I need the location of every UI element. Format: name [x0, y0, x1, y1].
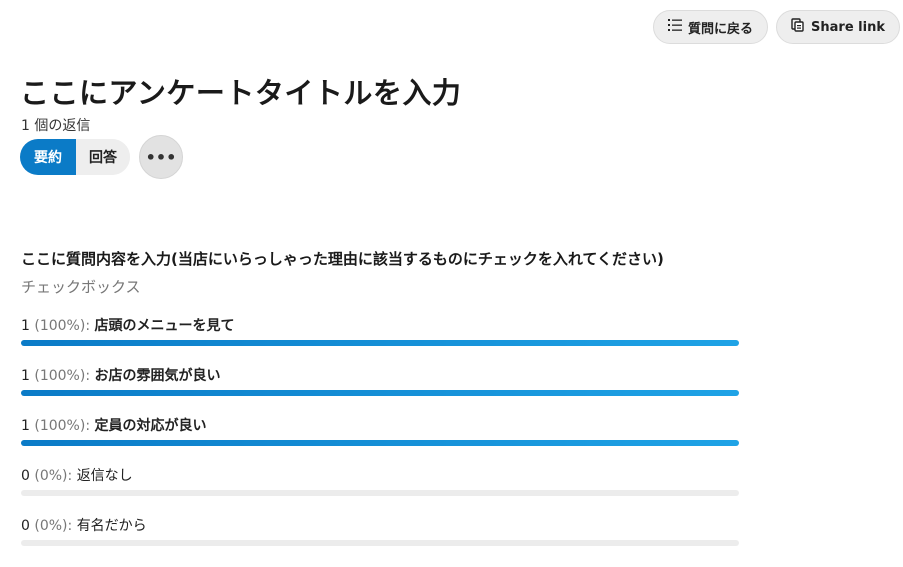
result-option-label: 有名だから	[76, 518, 147, 534]
result-bar-track	[21, 340, 739, 346]
result-option-label: お店の雰囲気が良い	[94, 368, 221, 384]
result-item: 1 (100%): 定員の対応が良い	[21, 416, 739, 466]
share-link-label: Share link	[811, 19, 885, 35]
reply-count: 1 個の返信	[21, 118, 91, 134]
result-item: 1 (100%): 店頭のメニューを見て	[21, 316, 739, 366]
survey-summary-page: 質問に戻る Share link ここにアンケートタイトルを入力 1 個の返信 …	[0, 0, 903, 567]
result-bar-fill	[21, 390, 739, 396]
result-option-label: 返信なし	[76, 468, 133, 484]
result-percent: (100%):	[34, 318, 91, 334]
result-count: 0	[21, 468, 30, 484]
tab-responses[interactable]: 回答	[76, 139, 130, 175]
result-label: 1 (100%): お店の雰囲気が良い	[21, 366, 739, 386]
result-count: 0	[21, 518, 30, 534]
result-bar-track	[21, 540, 739, 546]
result-bar-track	[21, 490, 739, 496]
share-link-button[interactable]: Share link	[776, 10, 900, 44]
result-percent: (0%):	[34, 468, 73, 484]
result-bar-track	[21, 390, 739, 396]
result-percent: (0%):	[34, 518, 73, 534]
result-label: 0 (0%): 有名だから	[21, 516, 739, 536]
more-options-button[interactable]: •••	[139, 135, 183, 179]
back-to-questions-button[interactable]: 質問に戻る	[653, 10, 769, 44]
result-item: 0 (0%): 有名だから	[21, 516, 739, 566]
back-to-questions-label: 質問に戻る	[688, 21, 754, 37]
view-tabs: 要約 回答	[20, 139, 130, 175]
page-title: ここにアンケートタイトルを入力	[20, 76, 462, 110]
result-option-label: 定員の対応が良い	[94, 418, 207, 434]
result-percent: (100%):	[34, 418, 91, 434]
result-bar-track	[21, 440, 739, 446]
top-actions: 質問に戻る Share link	[653, 10, 900, 44]
result-label: 0 (0%): 返信なし	[21, 466, 739, 486]
result-bar-fill	[21, 340, 739, 346]
result-count: 1	[21, 368, 30, 384]
result-option-label: 店頭のメニューを見て	[94, 318, 235, 334]
results-list: 1 (100%): 店頭のメニューを見て 1 (100%): お店の雰囲気が良い…	[21, 316, 739, 566]
question-title: ここに質問内容を入力(当店にいらっしゃった理由に該当するものにチェックを入れてく…	[21, 250, 664, 268]
list-icon	[668, 18, 683, 36]
result-label: 1 (100%): 定員の対応が良い	[21, 416, 739, 436]
result-bar-fill	[21, 440, 739, 446]
question-type: チェックボックス	[21, 278, 141, 296]
result-count: 1	[21, 318, 30, 334]
result-percent: (100%):	[34, 368, 91, 384]
result-item: 1 (100%): お店の雰囲気が良い	[21, 366, 739, 416]
result-label: 1 (100%): 店頭のメニューを見て	[21, 316, 739, 336]
share-link-icon	[791, 18, 805, 36]
result-item: 0 (0%): 返信なし	[21, 466, 739, 516]
tab-summary[interactable]: 要約	[20, 139, 76, 175]
result-count: 1	[21, 418, 30, 434]
